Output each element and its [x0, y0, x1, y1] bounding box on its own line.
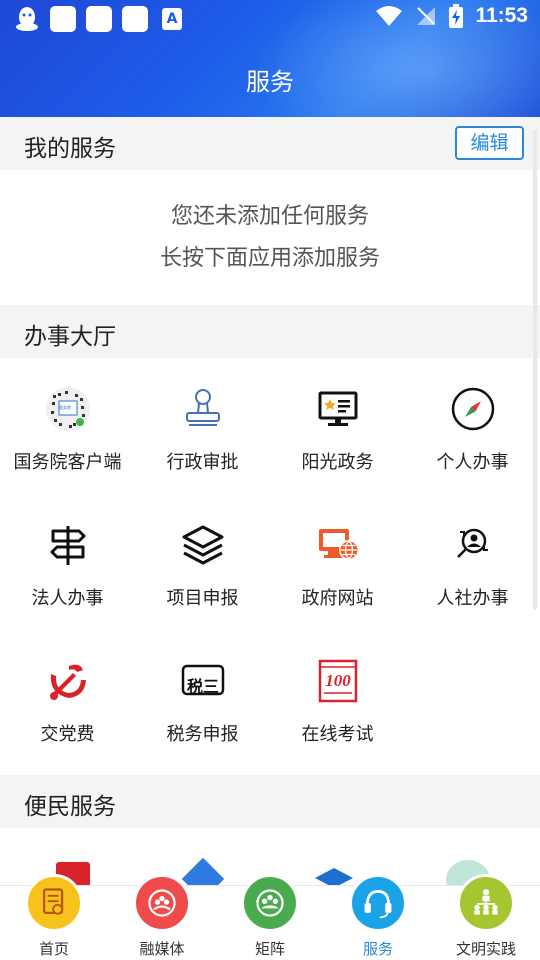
headset-icon [349, 874, 407, 932]
no-signal-icon [417, 7, 436, 25]
app-notification-icon [86, 6, 112, 32]
nav-label: 服务 [362, 940, 393, 958]
web-monitor-icon [319, 529, 359, 560]
section-title: 我的服务 [24, 136, 116, 162]
nav-label: 文明实践 [455, 940, 516, 958]
nav-label: 融媒体 [139, 940, 185, 958]
service-item-label: 阳光政务 [301, 452, 374, 473]
app-header: A 11:53 服务 [0, 0, 540, 117]
convenience-service-icon[interactable] [181, 857, 225, 888]
monitor-star-icon [318, 391, 358, 426]
service-item-personal[interactable]: 个人办事 [405, 358, 540, 494]
service-item-label: 政府网站 [301, 588, 374, 609]
nav-services[interactable]: 服务 [324, 874, 432, 960]
clock: 11:53 [475, 4, 528, 27]
service-item-admin-approval[interactable]: 行政审批 [135, 358, 270, 494]
service-item-online-exam[interactable]: 100 在线考试 [270, 630, 405, 766]
service-item-gov-website[interactable]: 政府网站 [270, 494, 405, 630]
wifi-icon [376, 6, 403, 26]
section-title: 便民服务 [24, 794, 116, 820]
party-emblem-icon [50, 664, 86, 700]
empty-hint: 长按下面应用添加服务 [159, 246, 380, 271]
service-item-label: 人社办事 [436, 588, 509, 609]
media-icon [133, 874, 191, 932]
service-hall-header: 办事大厅 [0, 305, 540, 358]
service-item-label: 行政审批 [166, 452, 239, 473]
exam-icon-text: 100 [325, 671, 351, 690]
signpost-icon [50, 526, 86, 565]
status-bar: A 11:53 [0, 0, 540, 38]
system-status: 11:53 [375, 4, 528, 28]
empty-message: 您还未添加任何服务 [170, 204, 369, 229]
section-title: 办事大厅 [24, 324, 116, 350]
compass-icon [451, 387, 495, 431]
service-item-party-fee[interactable]: 交党费 [0, 630, 135, 766]
nav-label: 首页 [38, 940, 69, 958]
service-hall-grid: 国务院 国务院客户端 行政审批 阳光政务 个人办事 法人办事 项目申报 政府网站… [0, 358, 540, 774]
layers-icon [182, 525, 224, 565]
nav-civilization-practice[interactable]: 文明实践 [432, 874, 540, 960]
edit-button[interactable]: 编辑 [455, 126, 524, 160]
home-icon [25, 874, 83, 932]
battery-charging-icon [449, 4, 464, 28]
service-item-label: 个人办事 [436, 452, 509, 473]
qq-penguin-icon [16, 7, 38, 31]
nav-home[interactable]: 首页 [0, 874, 108, 960]
nav-matrix[interactable]: 矩阵 [216, 874, 324, 960]
service-item-sunshine-gov[interactable]: 阳光政务 [270, 358, 405, 494]
service-item-project[interactable]: 项目申报 [135, 494, 270, 630]
service-item-label: 国务院客户端 [13, 452, 122, 473]
qr-logo-text: 国务院 [59, 405, 71, 410]
nav-media[interactable]: 融媒体 [108, 874, 216, 960]
keyboard-a-icon: A [162, 8, 182, 30]
service-item-corporate[interactable]: 法人办事 [0, 494, 135, 630]
person-search-icon [457, 528, 488, 558]
stamp-icon [186, 389, 220, 426]
service-item-label: 法人办事 [31, 588, 104, 609]
matrix-icon [241, 874, 299, 932]
my-services-empty-state: 您还未添加任何服务 长按下面应用添加服务 [0, 170, 540, 305]
app-notification-icon [122, 6, 148, 32]
practice-icon [457, 874, 515, 932]
nav-label: 矩阵 [254, 940, 285, 958]
notification-icons: A [14, 6, 182, 32]
service-item-social-security[interactable]: 人社办事 [405, 494, 540, 630]
service-item-label: 项目申报 [166, 588, 239, 609]
app-notification-icon [50, 6, 76, 32]
bottom-navigation: 首页 融媒体 矩阵 服务 文明实践 [0, 874, 540, 960]
service-item-label: 税务申报 [166, 724, 239, 745]
page-title: 服务 [246, 69, 294, 96]
service-item-tax[interactable]: 税三 税务申报 [135, 630, 270, 766]
convenience-services-header: 便民服务 [0, 775, 540, 828]
service-item-state-council[interactable]: 国务院 国务院客户端 [0, 358, 135, 494]
tax-icon-text: 税三 [186, 677, 219, 696]
scrollbar[interactable] [533, 130, 537, 610]
service-item-label: 在线考试 [301, 724, 374, 745]
my-services-header: 我的服务 编辑 [0, 117, 540, 170]
service-item-label: 交党费 [40, 724, 95, 745]
